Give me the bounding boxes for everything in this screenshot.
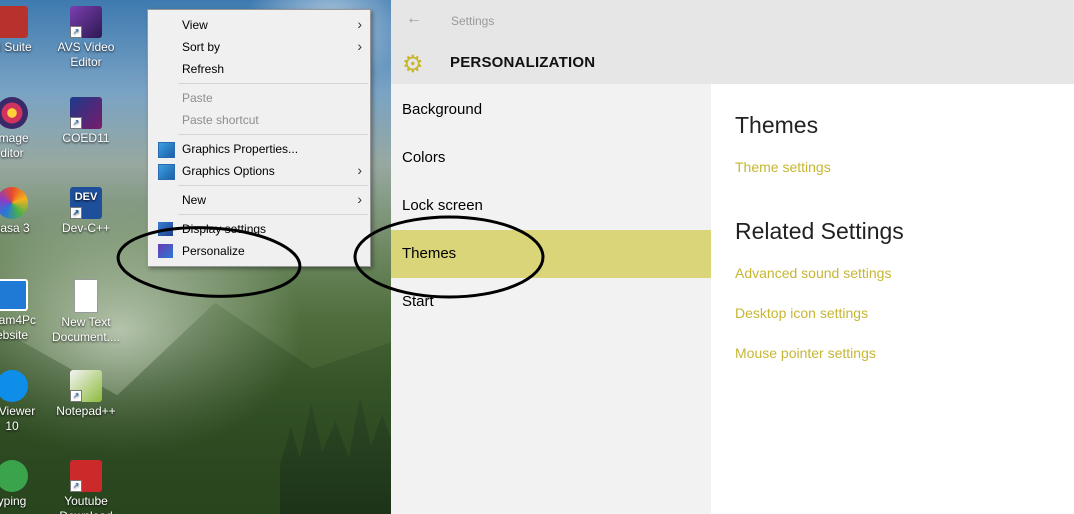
desktop-icon-new-text-document[interactable]: New Text Document.... [46,279,126,345]
desktop-icon-ch-suite[interactable]: H Suite [0,6,52,55]
mouse-pointer-settings-link[interactable]: Mouse pointer settings [735,345,876,361]
desktop-icon-typing[interactable]: yping [0,460,52,509]
related-settings-heading: Related Settings [735,218,904,244]
shortcut-arrow-icon: ↗ [70,207,82,219]
menu-item-new[interactable]: New › [148,189,370,211]
desktop-icon-settings-link[interactable]: Desktop icon settings [735,305,868,321]
nav-item-lock-screen[interactable]: Lock screen [391,182,711,230]
menu-separator [178,83,368,84]
desktop-icon-teamviewer[interactable]: mViewer 10 [0,370,52,434]
shortcut-arrow-icon: ↗ [70,117,82,129]
shortcut-arrow-icon: ↗ [70,26,82,38]
chevron-right-icon: › [357,38,362,54]
menu-separator [178,134,368,135]
settings-content: Themes Theme settings Related Settings A… [711,84,1074,514]
menu-separator [178,214,368,215]
menu-item-view[interactable]: View › [148,14,370,36]
chevron-right-icon: › [357,16,362,32]
coed11-icon: ↗ [70,97,102,129]
nav-item-start[interactable]: Start [391,278,711,326]
themes-heading: Themes [735,112,819,138]
graphics-icon [158,142,175,158]
youtube-downloader-icon: ↗ [70,460,102,492]
desktop-icon-program4pc[interactable]: gram4Pc ebsite [0,279,52,343]
menu-item-graphics-options[interactable]: Graphics Options › [148,160,370,182]
menu-item-personalize[interactable]: Personalize [148,240,370,262]
avs-video-editor-icon: ↗ [70,6,102,38]
program4pc-icon [0,279,28,311]
nav-item-colors[interactable]: Colors [391,134,711,182]
ch-suite-icon [0,6,28,38]
advanced-sound-settings-link[interactable]: Advanced sound settings [735,265,891,281]
chevron-right-icon: › [357,162,362,178]
shortcut-arrow-icon: ↗ [70,480,82,492]
graphics-icon [158,164,175,180]
gear-icon: ⚙ [402,51,424,78]
personalize-icon [158,244,173,258]
desktop-icon-youtube-downloader[interactable]: ↗ Youtube Download [46,460,126,514]
menu-item-display-settings[interactable]: Display settings [148,218,370,240]
desktop-icon-avs-video-editor[interactable]: ↗ AVS Video Editor [46,6,126,70]
chevron-right-icon: › [357,191,362,207]
teamviewer-icon [0,370,28,402]
desktop-icon-image-editor[interactable]: Image ditor [0,97,52,161]
theme-settings-link[interactable]: Theme settings [735,159,831,175]
desktop-icon-coed11[interactable]: ↗ COED11 [46,97,126,146]
dev-cpp-icon: DEV ↗ [70,187,102,219]
desktop-context-menu: View › Sort by › Refresh Paste Paste sho… [147,9,371,267]
desktop-icon-notepadpp[interactable]: ↗ Notepad++ [46,370,126,419]
menu-separator [178,185,368,186]
desktop-icon-dev-cpp[interactable]: DEV ↗ Dev-C++ [46,187,126,236]
window-title: Settings [451,14,495,28]
desktop-icon-picasa[interactable]: casa 3 [0,187,52,236]
picasa-icon [0,187,28,219]
settings-window: ← Settings ⚙ PERSONALIZATION Background … [391,0,1074,514]
shortcut-arrow-icon: ↗ [70,390,82,402]
settings-section-header: ⚙ PERSONALIZATION [391,42,1074,84]
menu-item-sort-by[interactable]: Sort by › [148,36,370,58]
settings-title-bar: ← Settings [391,0,1074,42]
menu-item-paste-shortcut[interactable]: Paste shortcut [148,109,370,131]
menu-item-refresh[interactable]: Refresh [148,58,370,80]
typing-icon [0,460,28,492]
back-arrow-icon[interactable]: ← [406,10,422,28]
notepadpp-icon: ↗ [70,370,102,402]
section-title: PERSONALIZATION [450,54,596,71]
nav-item-background[interactable]: Background [391,86,711,134]
image-editor-icon [0,97,28,129]
display-icon [158,222,173,236]
settings-nav: Background Colors Lock screen Themes Sta… [391,84,711,514]
text-document-icon [74,279,98,313]
menu-item-paste[interactable]: Paste [148,87,370,109]
nav-item-themes[interactable]: Themes [391,230,711,278]
menu-item-graphics-properties[interactable]: Graphics Properties... [148,138,370,160]
